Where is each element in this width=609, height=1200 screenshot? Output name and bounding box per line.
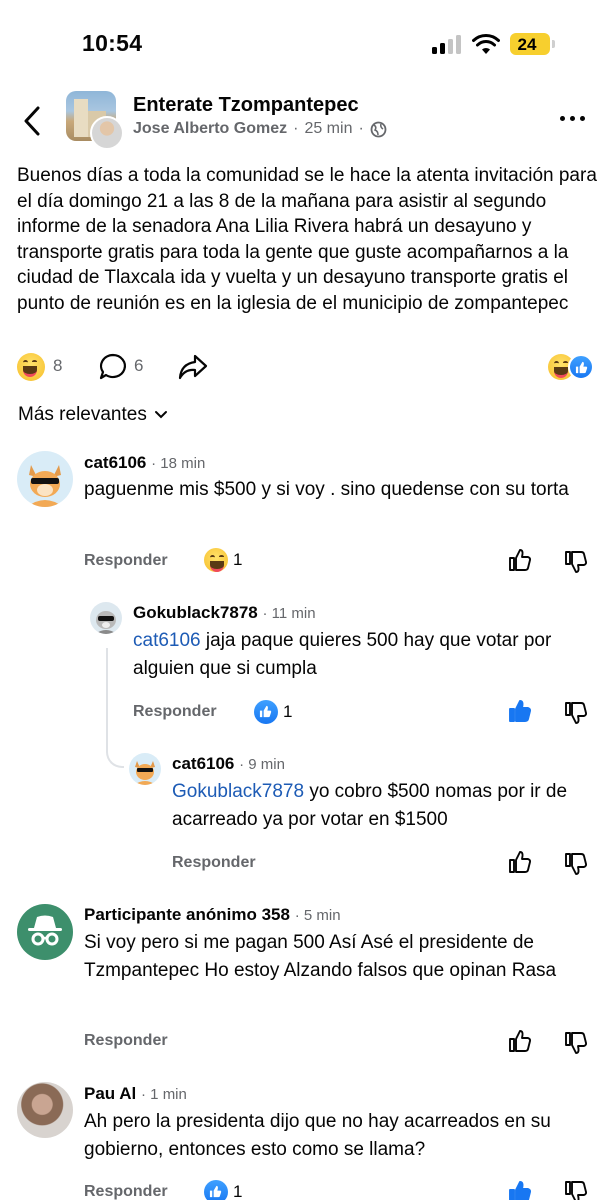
haha-icon[interactable] [17, 353, 45, 381]
status-bar: 10:54 24 [0, 0, 609, 88]
thumbs-up-icon[interactable] [508, 850, 532, 874]
more-icon[interactable] [560, 114, 590, 124]
reply-button[interactable]: Responder [84, 1183, 168, 1200]
thumbs-down-icon[interactable] [564, 550, 588, 574]
comment-author[interactable]: cat6106 · 9 min [172, 754, 285, 774]
reply-button[interactable]: Responder [84, 1032, 168, 1050]
post-meta: Jose Alberto Gomez · 25 min · [133, 120, 387, 138]
post-text: Buenos días a toda la comunidad se le ha… [17, 165, 597, 314]
battery-icon: 24 [510, 33, 550, 55]
comment-author[interactable]: Gokublack7878 · 11 min [133, 603, 316, 623]
sort-dropdown[interactable]: Más relevantes [18, 404, 169, 426]
reaction-count: 1 [283, 702, 293, 721]
reaction-count: 8 [53, 356, 63, 375]
status-time: 10:54 [82, 30, 143, 56]
author-name[interactable]: Participante anónimo 358 [84, 905, 290, 924]
author-name[interactable]: Gokublack7878 [133, 603, 258, 622]
thumbs-down-icon[interactable] [564, 1180, 588, 1200]
anonymous-icon [28, 915, 62, 946]
thumbs-up-icon[interactable] [508, 1029, 532, 1053]
comment-reactions[interactable]: 1 [204, 548, 242, 572]
comment-time: · 18 min [151, 455, 206, 472]
comment-reactions[interactable]: 1 [254, 700, 292, 724]
like-icon [204, 1180, 228, 1200]
comment-time: · 11 min [262, 605, 316, 622]
comment-text: Ah pero la presidenta dijo que no hay ac… [84, 1111, 551, 1160]
reactions-bar: 8 6 [0, 346, 609, 386]
post-time: 25 min [304, 120, 353, 137]
reaction-count: 1 [233, 1182, 243, 1200]
mention-link[interactable]: Gokublack7878 [172, 781, 304, 802]
comment-author[interactable]: Pau Al · 1 min [84, 1084, 187, 1104]
reaction-count: 1 [233, 550, 243, 569]
haha-icon [204, 548, 228, 572]
author-name[interactable]: Pau Al [84, 1084, 136, 1103]
meta-separator: · [293, 120, 299, 137]
group-name[interactable]: Enterate Tzompantepec [133, 94, 359, 117]
reply-button[interactable]: Responder [133, 703, 217, 721]
reply-button[interactable]: Responder [172, 854, 256, 872]
signal-icon [432, 34, 464, 54]
comment-text: Gokublack7878 yo cobro $500 nomas por ir… [172, 778, 597, 834]
share-icon[interactable] [177, 352, 209, 382]
comment-author[interactable]: Participante anónimo 358 · 5 min [84, 905, 341, 925]
thumbs-down-icon[interactable] [564, 852, 588, 876]
comment-text: paguenme mis $500 y si voy . sino queden… [84, 479, 569, 500]
comment-author[interactable]: cat6106 · 18 min [84, 453, 205, 473]
chevron-down-icon [154, 411, 167, 419]
comment-time: · 9 min [239, 756, 285, 773]
avatar[interactable] [17, 904, 73, 960]
church-image [74, 99, 88, 137]
comment-reactions[interactable]: 1 [204, 1180, 242, 1200]
battery-cap [552, 40, 555, 48]
wifi-icon [472, 33, 500, 54]
avatar[interactable] [90, 602, 122, 634]
avatar[interactable] [17, 451, 73, 507]
author-name[interactable]: cat6106 [84, 453, 146, 472]
avatar[interactable] [129, 753, 161, 785]
comment-text: Si voy pero si me pagan 500 Así Asé el p… [84, 932, 557, 981]
globe-icon [370, 121, 387, 137]
thread-curve [106, 700, 124, 768]
author-name[interactable]: cat6106 [172, 754, 234, 773]
thumbs-up-icon[interactable] [508, 1180, 532, 1200]
back-arrow-icon[interactable] [18, 104, 48, 138]
battery-level: 24 [517, 35, 537, 54]
raccoon-avatar-image [95, 611, 117, 634]
post-author[interactable]: Jose Alberto Gomez [133, 120, 287, 138]
author-avatar[interactable] [90, 116, 124, 150]
reply-button[interactable]: Responder [84, 552, 168, 570]
meta-separator-2: · [358, 120, 364, 137]
sort-label: Más relevantes [18, 404, 147, 425]
like-icon [254, 700, 278, 724]
post-header: Enterate Tzompantepec Jose Alberto Gomez… [0, 88, 609, 160]
comment-icon[interactable] [98, 352, 128, 382]
thumbs-up-icon[interactable] [508, 548, 532, 572]
cat-avatar-image [27, 465, 63, 507]
summary-like-icon [568, 354, 594, 380]
comment-count: 6 [134, 356, 144, 375]
cat-avatar-image [134, 761, 156, 785]
comment-time: · 1 min [141, 1086, 187, 1103]
thumbs-up-icon[interactable] [508, 699, 532, 723]
thumbs-down-icon[interactable] [564, 701, 588, 725]
avatar[interactable] [17, 1082, 73, 1138]
comment-time: · 5 min [294, 907, 341, 924]
comment-text: cat6106 jaja paque quieres 500 hay que v… [133, 627, 593, 683]
mention-link[interactable]: cat6106 [133, 630, 201, 651]
thumbs-down-icon[interactable] [564, 1031, 588, 1055]
